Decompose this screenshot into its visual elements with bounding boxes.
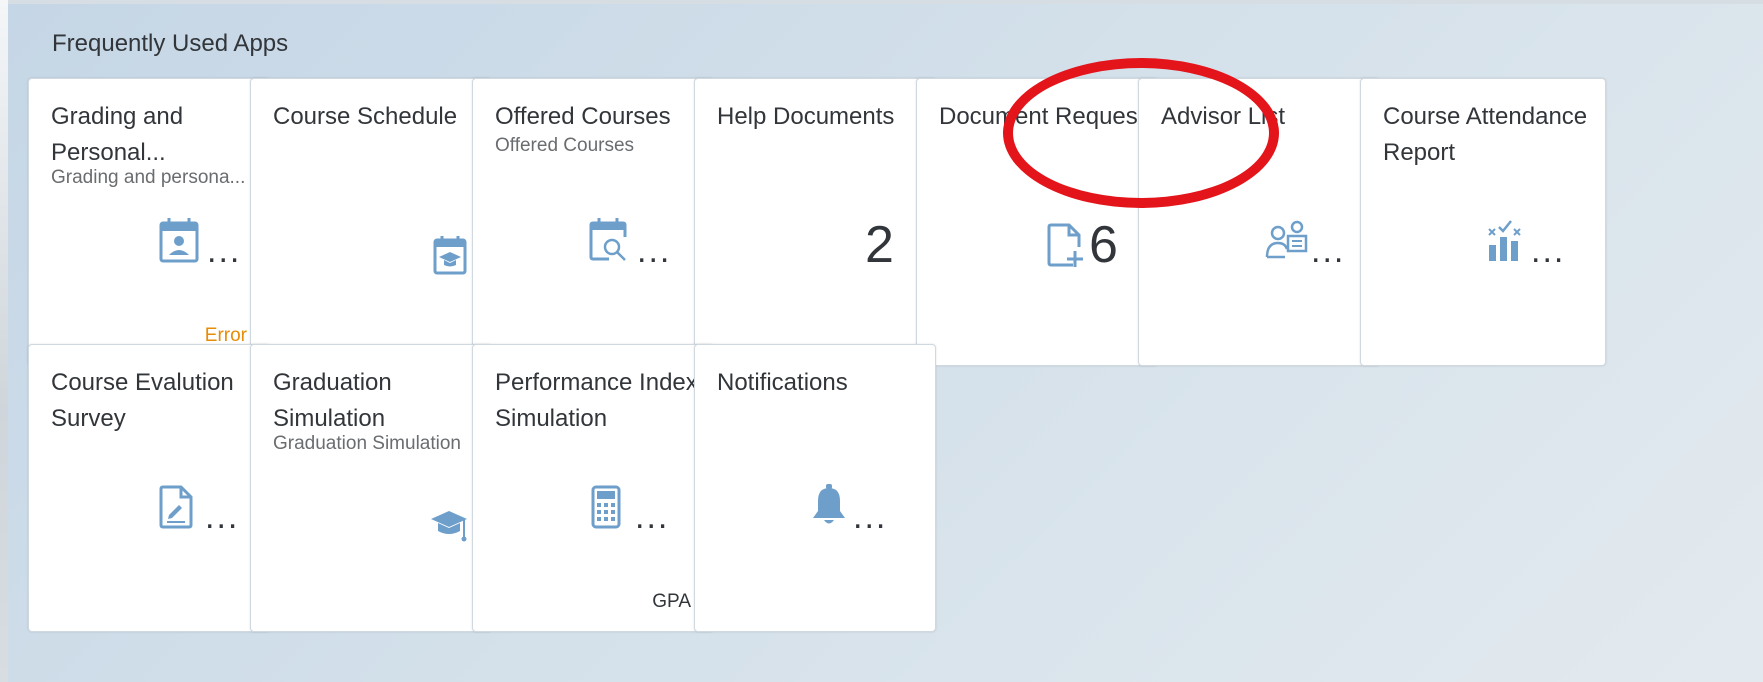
left-edge	[0, 0, 8, 682]
tile-subtitle: Offered Courses	[495, 135, 635, 156]
more-indicator: ...	[1531, 232, 1566, 270]
tile-count: 2	[865, 216, 894, 274]
document-add-icon	[1047, 223, 1083, 267]
tile-help-documents[interactable]: Help Documents 2	[694, 78, 936, 366]
tile-course-attendance-report[interactable]: Course Attendance Report ...	[1360, 78, 1606, 366]
tile-count: 6	[1089, 216, 1118, 274]
tile-title: Help Documents	[717, 103, 895, 130]
tile-course-evalution-survey[interactable]: Course Evalution Survey ...	[28, 344, 270, 632]
more-indicator: ...	[205, 498, 240, 536]
tile-title: Performance Index Simulation	[495, 369, 698, 432]
tile-graduation-simulation[interactable]: Graduation Simulation Graduation Simulat…	[250, 344, 492, 632]
tile-course-schedule[interactable]: Course Schedule	[250, 78, 492, 366]
more-indicator: ...	[207, 232, 242, 270]
calendar-graduation-icon	[433, 236, 467, 275]
tile-subtitle: Graduation Simulation	[273, 433, 461, 454]
tile-title: Course Attendance Report	[1383, 103, 1588, 166]
tile-title: Course Schedule	[273, 103, 458, 130]
calendar-search-icon	[589, 218, 627, 261]
bell-icon	[813, 484, 845, 524]
tile-grading-and-personal[interactable]: Grading and Personal... Grading and pers…	[28, 78, 270, 366]
tile-notifications[interactable]: Notifications ...	[694, 344, 936, 632]
tile-performance-index-simulation[interactable]: Performance Index Simulation ... GPA	[472, 344, 714, 632]
person-list-icon	[1265, 220, 1308, 259]
calendar-person-icon	[159, 218, 199, 263]
more-indicator: ...	[853, 498, 888, 536]
tile-footer: GPA	[652, 591, 691, 612]
survey-edit-icon	[159, 485, 193, 529]
launchpad-canvas: Frequently Used Apps Grading and Persona…	[8, 4, 1763, 682]
tile-title: Grading and Personal...	[51, 103, 184, 166]
bar-chart-check-icon	[1488, 220, 1521, 261]
tile-subtitle: Grading and persona...	[51, 167, 246, 188]
tile-offered-courses[interactable]: Offered Courses Offered Courses ...	[472, 78, 714, 366]
calculator-icon	[591, 485, 621, 529]
tile-title: Graduation Simulation	[273, 369, 392, 432]
section-title: Frequently Used Apps	[52, 30, 289, 57]
more-indicator: ...	[635, 498, 670, 536]
tile-title: Notifications	[717, 369, 848, 396]
more-indicator: ...	[637, 232, 672, 270]
tile-title: Offered Courses	[495, 103, 671, 130]
graduation-cap-icon	[431, 511, 467, 542]
tile-title: Course Evalution Survey	[51, 369, 234, 432]
more-indicator: ...	[1311, 232, 1346, 270]
highlight-circle-annotation	[1003, 58, 1279, 208]
